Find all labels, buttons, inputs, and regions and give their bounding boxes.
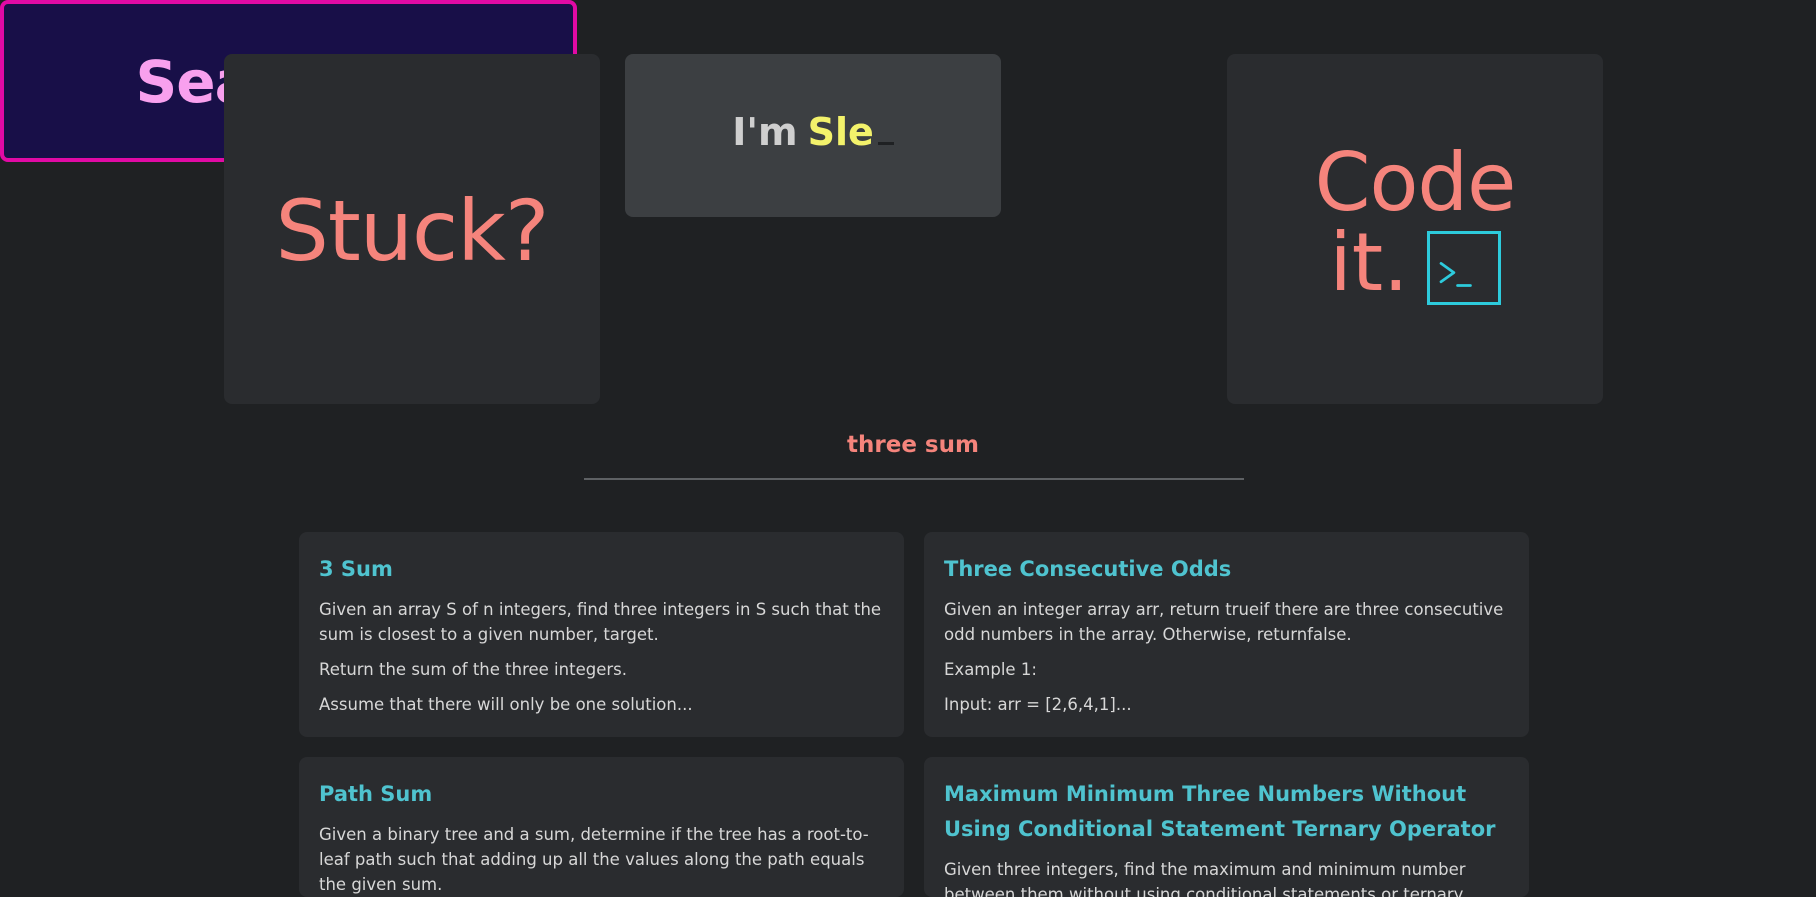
result-snippet-line: Given a binary tree and a sum, determine…	[319, 825, 869, 894]
result-title[interactable]: Three Consecutive Odds	[944, 552, 1509, 587]
typewriter-line: I'm Sle	[732, 110, 894, 154]
result-card[interactable]: Maximum Minimum Three Numbers Without Us…	[924, 757, 1529, 897]
code-it-heading: Code it.	[1315, 143, 1516, 305]
code-it-tile: Code it.	[1227, 54, 1603, 404]
stuck-heading: Stuck?	[275, 182, 550, 280]
code-it-line-1: Code	[1314, 136, 1517, 229]
typewriter-typed-text: Sle	[807, 109, 874, 154]
terminal-icon	[1426, 231, 1501, 305]
result-snippet-line: Given an integer array arr, return truei…	[944, 600, 1504, 644]
typewriter-prefix: I'm	[732, 109, 798, 154]
result-snippet-line: Return the sum of the three integers.	[319, 660, 627, 679]
result-card[interactable]: Three Consecutive Odds Given an integer …	[924, 532, 1529, 737]
code-it-word: it.	[1329, 216, 1409, 309]
result-snippet-line: Given an array S of n integers, find thr…	[319, 600, 882, 644]
typewriter-cursor	[877, 141, 894, 145]
result-snippet-line: Example 1:	[944, 660, 1037, 679]
search-query-underline	[584, 478, 1244, 480]
result-snippet-line: Given three integers, find the maximum a…	[944, 860, 1466, 897]
result-snippet-line: Input: arr = [2,6,4,1]...	[944, 695, 1132, 714]
result-title[interactable]: 3 Sum	[319, 552, 884, 587]
result-title[interactable]: Maximum Minimum Three Numbers Without Us…	[944, 777, 1509, 847]
stuck-tile: Stuck?	[224, 54, 600, 404]
result-title[interactable]: Path Sum	[319, 777, 884, 812]
result-snippet-line: Assume that there will only be one solut…	[319, 695, 693, 714]
code-it-line-2: it.	[1329, 216, 1501, 309]
result-card[interactable]: 3 Sum Given an array S of n integers, fi…	[299, 532, 904, 737]
result-card[interactable]: Path Sum Given a binary tree and a sum, …	[299, 757, 904, 897]
typewriter-tile: I'm Sle	[625, 54, 1001, 217]
search-query[interactable]: three sum	[0, 432, 1816, 458]
